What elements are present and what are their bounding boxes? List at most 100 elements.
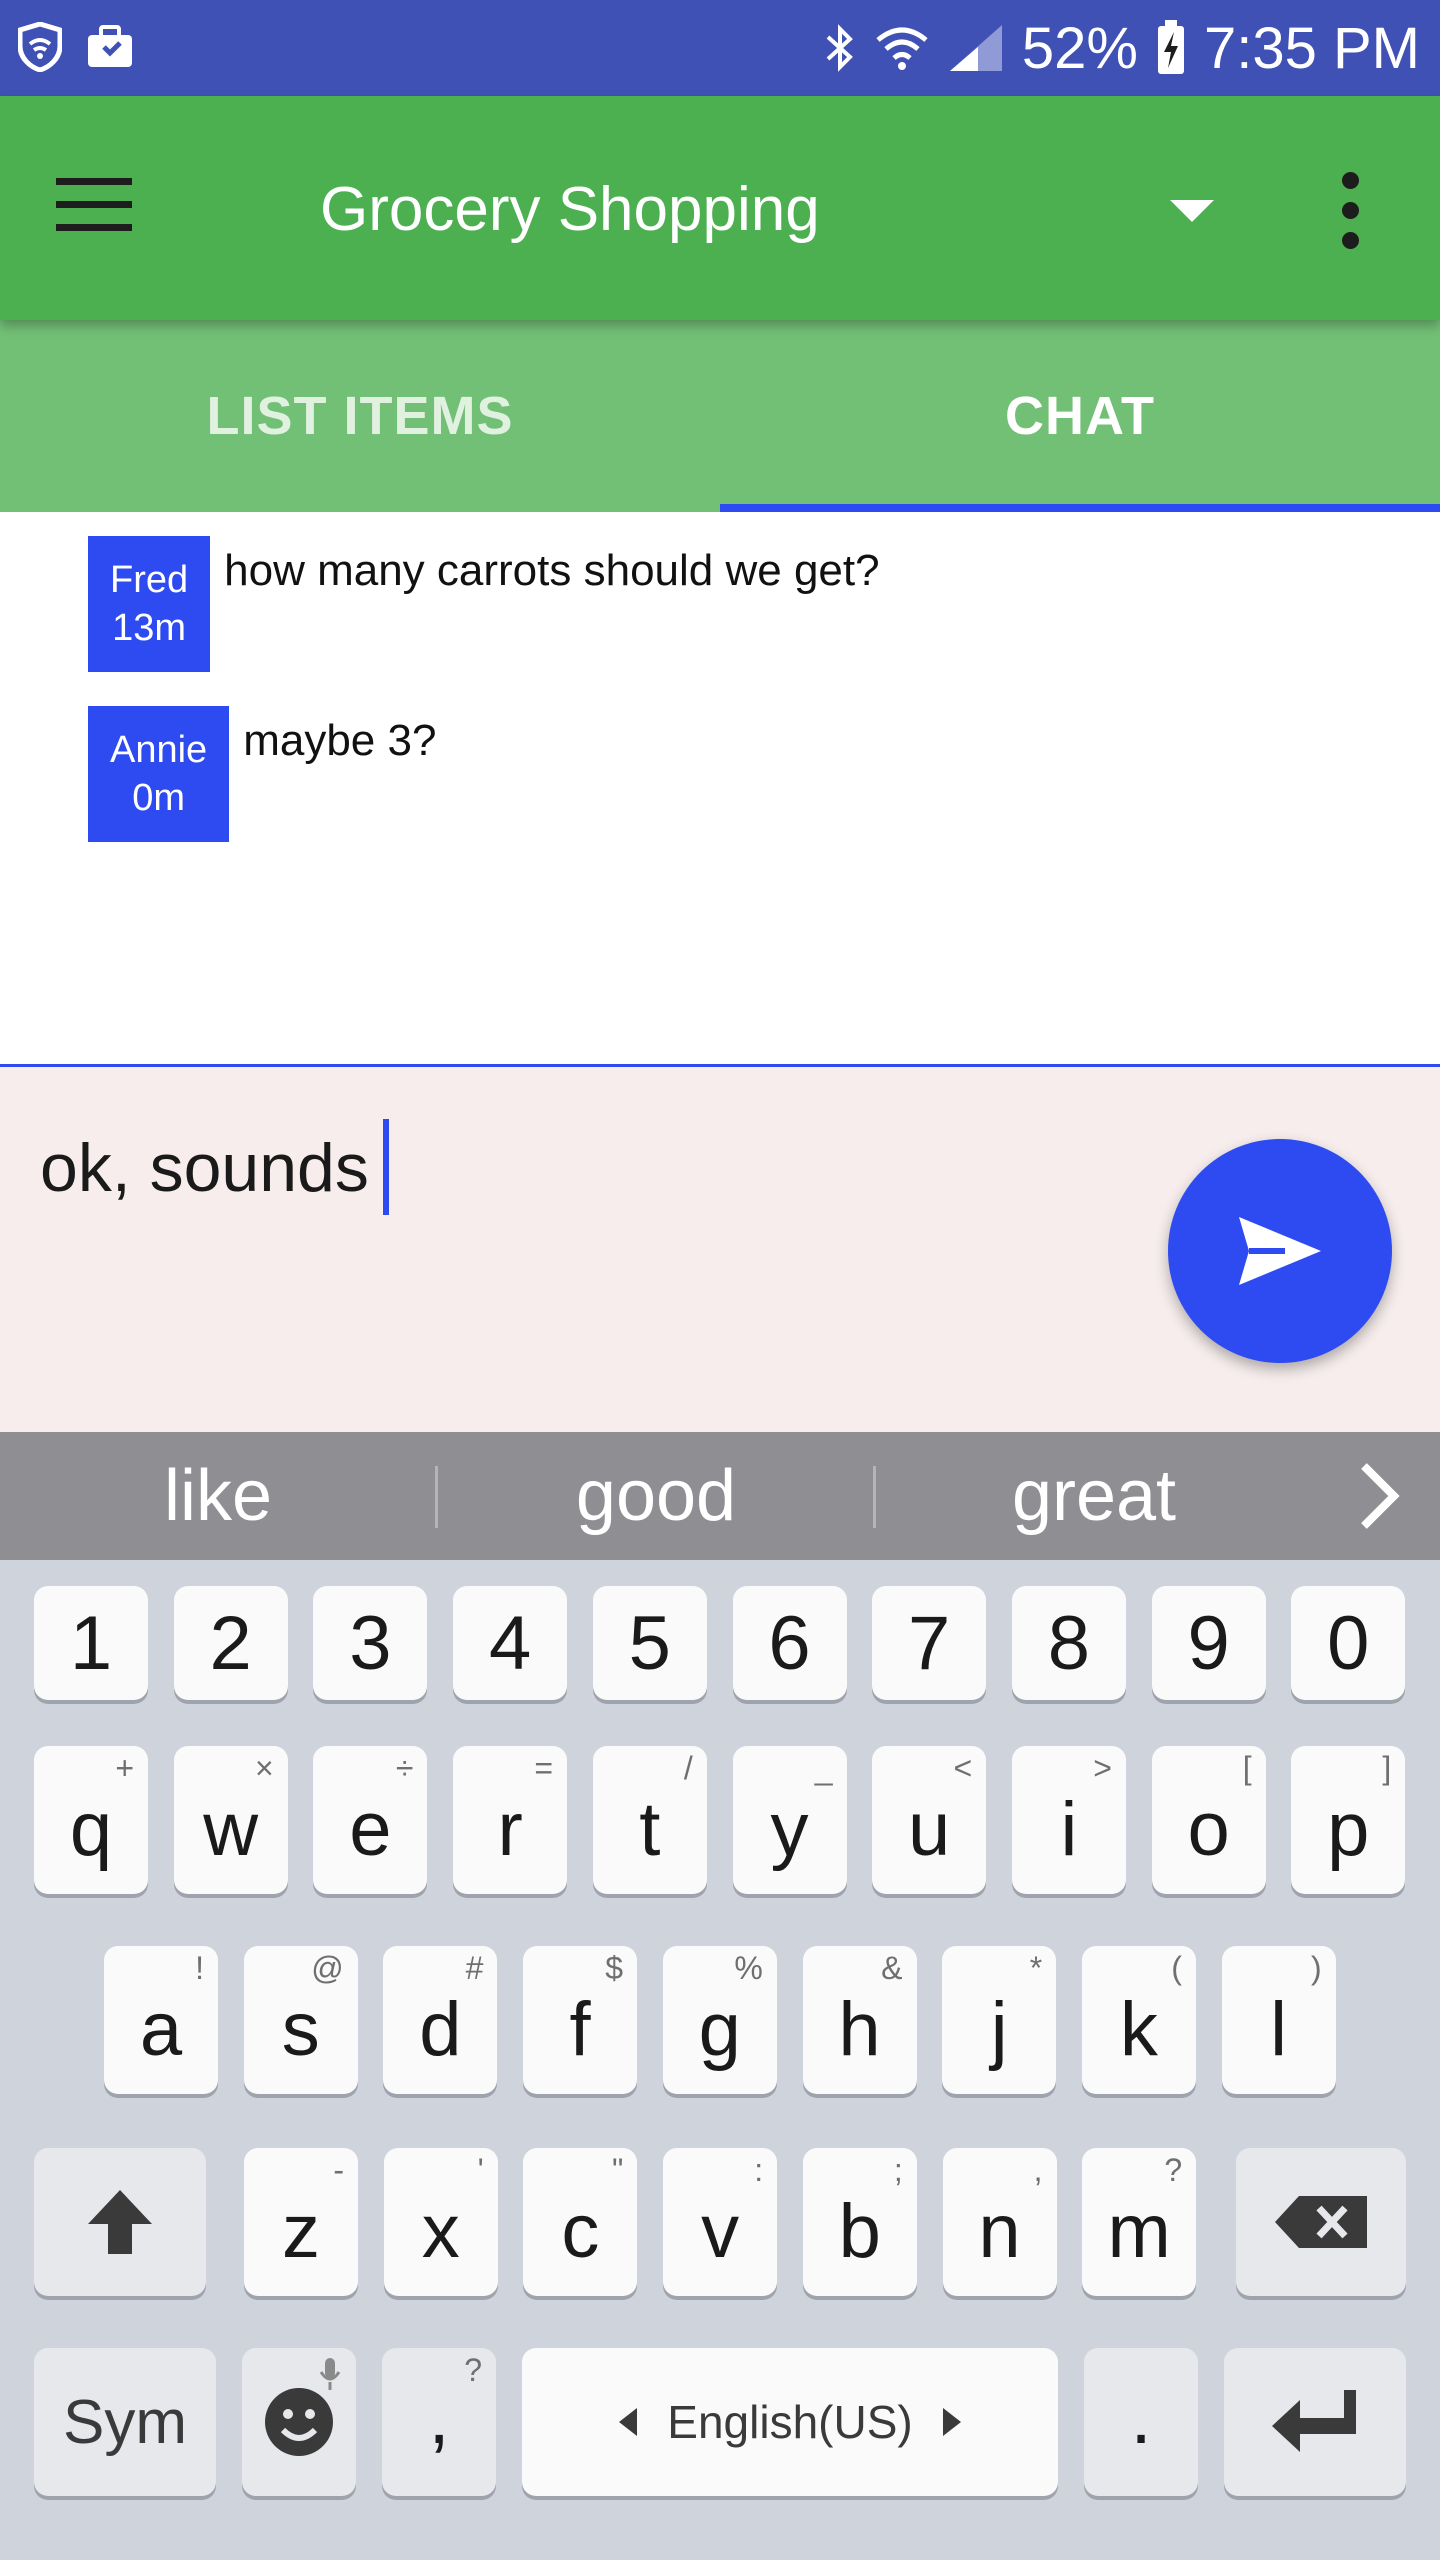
key-label: t bbox=[639, 1787, 661, 1872]
chevron-right-icon[interactable] bbox=[1340, 1456, 1420, 1536]
key-u[interactable]: u < bbox=[872, 1746, 987, 1894]
key-6[interactable]: 6 bbox=[732, 1586, 847, 1700]
message-author: Annie bbox=[110, 729, 208, 771]
tab-chat[interactable]: CHAT bbox=[720, 320, 1440, 512]
chevron-down-icon[interactable] bbox=[1170, 200, 1214, 222]
key-z[interactable]: z- bbox=[244, 2148, 358, 2296]
key-5[interactable]: 5 bbox=[592, 1586, 707, 1700]
clock: 7:35 PM bbox=[1204, 15, 1420, 81]
key-3[interactable]: 3 bbox=[313, 1586, 428, 1700]
key-l[interactable]: l) bbox=[1221, 1946, 1336, 2094]
key-2[interactable]: 2 bbox=[173, 1586, 288, 1700]
message-composer[interactable]: ok, sounds bbox=[0, 1064, 1440, 1432]
key-r[interactable]: r = bbox=[453, 1746, 568, 1894]
space-bar-language: English(US) bbox=[667, 2396, 913, 2448]
key-label: 5 bbox=[628, 1601, 671, 1686]
briefcase-icon bbox=[86, 25, 134, 69]
key-c[interactable]: c " bbox=[523, 2148, 638, 2296]
key-a[interactable]: a! bbox=[104, 1946, 218, 2094]
hamburger-menu-icon[interactable] bbox=[56, 178, 136, 238]
key-alt-label: ( bbox=[1171, 1950, 1182, 1986]
smiley-icon bbox=[265, 2388, 333, 2456]
key-label: p bbox=[1327, 1787, 1370, 1872]
status-bar: 52% 7:35 PM bbox=[0, 0, 1440, 96]
key-8[interactable]: 8 bbox=[1011, 1586, 1126, 1700]
key-f[interactable]: f $ bbox=[523, 1946, 638, 2094]
sym-key[interactable]: Sym bbox=[34, 2348, 216, 2496]
backspace-key[interactable] bbox=[1236, 2148, 1406, 2296]
overflow-menu-icon[interactable] bbox=[1332, 172, 1372, 249]
emoji-key[interactable] bbox=[242, 2348, 356, 2496]
battery-percentage: 52% bbox=[1021, 15, 1138, 81]
key-x[interactable]: x ' bbox=[383, 2148, 498, 2296]
key-s[interactable]: s @ bbox=[243, 1946, 358, 2094]
key-label: d bbox=[419, 1987, 462, 2072]
list-title[interactable]: Grocery Shopping bbox=[320, 174, 820, 245]
backspace-icon bbox=[1275, 2196, 1367, 2248]
shift-key[interactable] bbox=[34, 2148, 206, 2296]
message-input[interactable]: ok, sounds bbox=[40, 1119, 389, 1221]
comma-key[interactable]: , ? bbox=[382, 2348, 496, 2496]
app-bar: Grocery Shopping bbox=[0, 96, 1440, 320]
space-bar[interactable]: English(US) bbox=[522, 2348, 1058, 2496]
key-label: e bbox=[349, 1787, 392, 1872]
period-key[interactable]: . bbox=[1084, 2348, 1198, 2496]
key-7[interactable]: 7 bbox=[872, 1586, 987, 1700]
suggestion-item[interactable]: great bbox=[876, 1432, 1312, 1560]
key-0[interactable]: 0 bbox=[1291, 1586, 1406, 1700]
key-o[interactable]: o[ bbox=[1151, 1746, 1266, 1894]
send-icon bbox=[1239, 1217, 1321, 1285]
shield-wifi-icon bbox=[18, 22, 62, 72]
text-cursor bbox=[382, 1119, 389, 1215]
key-alt-label: [ bbox=[1242, 1750, 1252, 1786]
key-label: 8 bbox=[1047, 1601, 1091, 1686]
key-9[interactable]: 9 bbox=[1151, 1586, 1266, 1700]
key-1[interactable]: 1 bbox=[34, 1586, 148, 1700]
key-alt-label: ; bbox=[893, 2152, 903, 2188]
suggestion-item[interactable]: like bbox=[0, 1432, 436, 1560]
key-w[interactable]: w × bbox=[173, 1746, 288, 1894]
key-label: w bbox=[203, 1787, 259, 1872]
enter-key[interactable] bbox=[1224, 2348, 1406, 2496]
key-e[interactable]: e ÷ bbox=[313, 1746, 428, 1894]
send-button[interactable] bbox=[1168, 1139, 1392, 1363]
key-alt-label: ? bbox=[1164, 2152, 1183, 2188]
key-label: 0 bbox=[1327, 1601, 1370, 1686]
message-author: Fred bbox=[110, 559, 189, 601]
message-text: maybe 3? bbox=[243, 716, 437, 765]
message-author-badge: Annie 0m bbox=[88, 706, 230, 842]
key-j[interactable]: j * bbox=[942, 1946, 1057, 2094]
wifi-icon bbox=[874, 24, 930, 72]
key-label: f bbox=[569, 1987, 591, 2072]
battery-charging-icon bbox=[1156, 20, 1186, 76]
key-b[interactable]: b; bbox=[802, 2148, 917, 2296]
key-g[interactable]: g% bbox=[662, 1946, 777, 2094]
key-4[interactable]: 4 bbox=[453, 1586, 568, 1700]
shift-arrow-icon bbox=[88, 2190, 152, 2254]
key-label: 3 bbox=[349, 1601, 392, 1686]
key-v[interactable]: v: bbox=[663, 2148, 778, 2296]
key-y[interactable]: y _ bbox=[732, 1746, 847, 1894]
key-label: i bbox=[1060, 1787, 1078, 1872]
key-alt-label: # bbox=[465, 1950, 484, 1986]
suggestion-item[interactable]: good bbox=[438, 1432, 874, 1560]
key-label: r bbox=[497, 1787, 523, 1872]
caret-left-icon bbox=[619, 2408, 638, 2436]
key-h[interactable]: h & bbox=[802, 1946, 917, 2094]
key-t[interactable]: t / bbox=[592, 1746, 707, 1894]
enter-icon bbox=[1272, 2390, 1356, 2452]
key-d[interactable]: d # bbox=[383, 1946, 498, 2094]
key-label: o bbox=[1187, 1787, 1230, 1872]
key-q[interactable]: q + bbox=[34, 1746, 148, 1894]
key-alt-label: * bbox=[1029, 1950, 1043, 1986]
key-p[interactable]: p] bbox=[1291, 1746, 1406, 1894]
key-i[interactable]: i > bbox=[1011, 1746, 1126, 1894]
key-label: s bbox=[281, 1987, 320, 2072]
tab-list-items[interactable]: LIST ITEMS bbox=[0, 320, 720, 512]
key-n[interactable]: n, bbox=[942, 2148, 1057, 2296]
key-alt-label: : bbox=[754, 2152, 764, 2188]
key-alt-label: @ bbox=[311, 1950, 344, 1986]
key-m[interactable]: m? bbox=[1082, 2148, 1197, 2296]
key-label: m bbox=[1107, 2189, 1171, 2274]
key-k[interactable]: k( bbox=[1081, 1946, 1196, 2094]
